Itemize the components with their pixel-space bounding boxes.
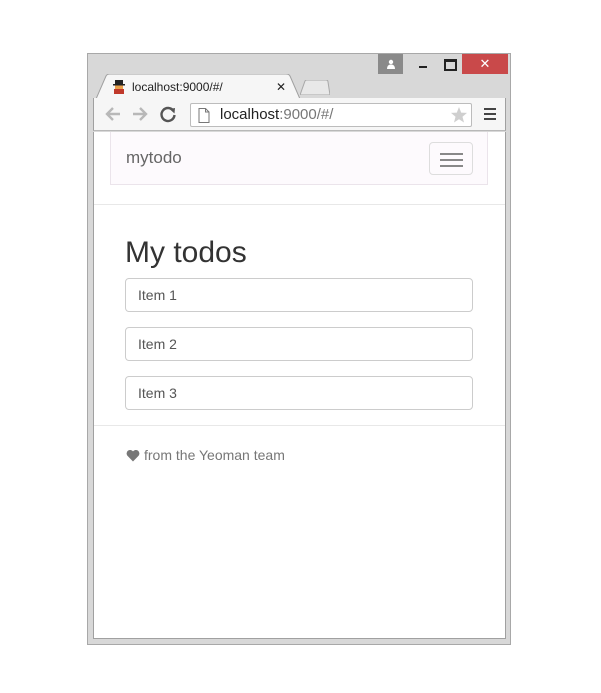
footer-text: from the Yeoman team: [144, 447, 285, 463]
page-viewport: mytodo My todos from the Yeoman team: [93, 132, 506, 639]
address-bar[interactable]: localhost:9000/#/: [190, 103, 472, 127]
browser-window: ✕ localhost:9000/#/ ✕ localhost:9000/#/: [87, 53, 511, 645]
footer: from the Yeoman team: [126, 446, 285, 464]
hamburger-menu-icon[interactable]: [484, 108, 496, 122]
navbar: mytodo: [110, 132, 488, 185]
navbar-toggle-button[interactable]: [429, 142, 473, 175]
window-close-button[interactable]: ✕: [462, 54, 508, 74]
arrow-right-icon[interactable]: [130, 104, 150, 124]
user-profile-button[interactable]: [378, 54, 403, 74]
divider: [94, 204, 505, 205]
url-host: localhost: [220, 106, 280, 123]
todo-input-1[interactable]: [125, 278, 473, 312]
arrow-left-icon[interactable]: [103, 104, 123, 124]
minimize-button[interactable]: [410, 54, 436, 74]
heart-icon: [126, 449, 140, 461]
yeoman-favicon-icon: [113, 80, 125, 94]
page-icon: [198, 108, 210, 123]
new-tab-button[interactable]: [300, 80, 330, 95]
star-icon[interactable]: [450, 106, 468, 124]
url-path: :9000/#/: [279, 106, 334, 123]
url-text: localhost:9000/#/: [220, 106, 333, 124]
navbar-brand[interactable]: mytodo: [126, 148, 182, 168]
divider: [94, 425, 505, 426]
browser-toolbar: localhost:9000/#/: [93, 98, 506, 131]
page-title: My todos: [125, 236, 247, 269]
tab-title: localhost:9000/#/: [132, 80, 223, 94]
maximize-button[interactable]: [436, 54, 462, 74]
user-icon: [386, 59, 395, 69]
reload-icon[interactable]: [158, 104, 178, 124]
tab-close-button[interactable]: ✕: [276, 78, 286, 96]
todo-input-3[interactable]: [125, 376, 473, 410]
todo-input-2[interactable]: [125, 327, 473, 361]
